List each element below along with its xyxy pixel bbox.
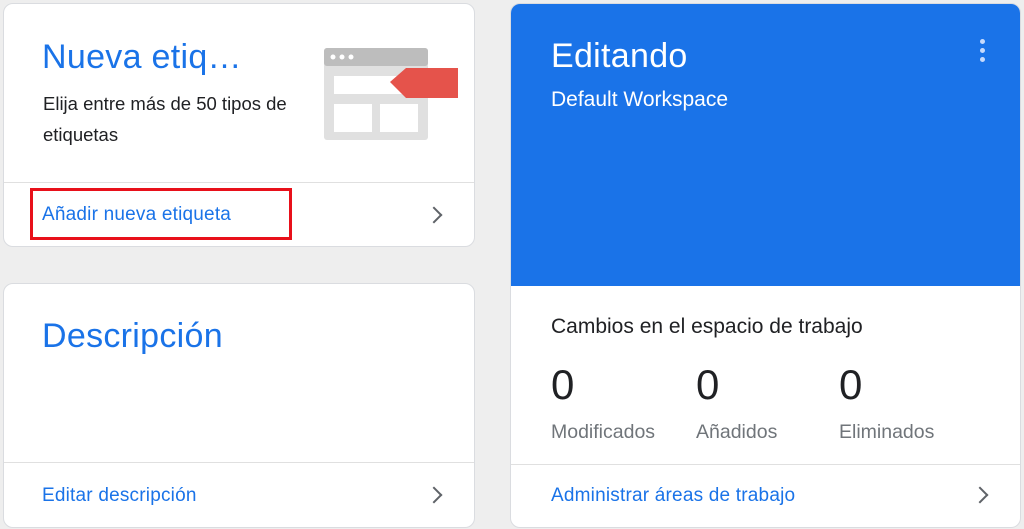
description-card: Descripción Editar descripción xyxy=(3,283,475,528)
stat-value: 0 xyxy=(551,361,575,408)
stat-value: 0 xyxy=(696,361,720,408)
workspace-name: Default Workspace xyxy=(551,88,729,111)
workspace-title: Editando xyxy=(551,37,688,75)
workspace-changes-title: Cambios en el espacio de trabajo xyxy=(551,315,863,338)
chevron-right-icon[interactable] xyxy=(425,486,443,504)
stat-value: 0 xyxy=(839,361,863,408)
stat-modified: 0 Modificados xyxy=(551,359,655,444)
stat-label: Modificados xyxy=(551,421,656,443)
edit-description-link[interactable]: Editar descripción xyxy=(42,485,197,507)
workspace-card: Editando Default Workspace Cambios en el… xyxy=(510,3,1021,528)
stat-deleted: 0 Eliminados xyxy=(839,359,934,444)
divider xyxy=(4,182,474,183)
new-tag-title[interactable]: Nueva etiq… xyxy=(42,38,242,77)
tag-illustration-icon xyxy=(324,48,458,140)
chevron-right-icon[interactable] xyxy=(425,206,443,224)
stat-label: Eliminados xyxy=(839,421,935,443)
new-tag-card: Nueva etiq… Elija entre más de 50 tipos … xyxy=(3,3,475,247)
new-tag-subtitle: Elija entre más de 50 tipos de etiquetas xyxy=(43,93,287,145)
stat-label: Añadidos xyxy=(696,421,778,443)
chevron-right-icon[interactable] xyxy=(971,486,989,504)
stat-added: 0 Añadidos xyxy=(696,359,777,444)
more-vert-icon[interactable] xyxy=(980,39,986,65)
divider xyxy=(4,462,474,463)
divider xyxy=(511,464,1020,465)
manage-workspaces-link[interactable]: Administrar áreas de trabajo xyxy=(551,485,795,507)
workspace-header: Editando Default Workspace xyxy=(511,4,1020,286)
highlight-box xyxy=(30,188,292,240)
description-title: Descripción xyxy=(42,317,223,355)
